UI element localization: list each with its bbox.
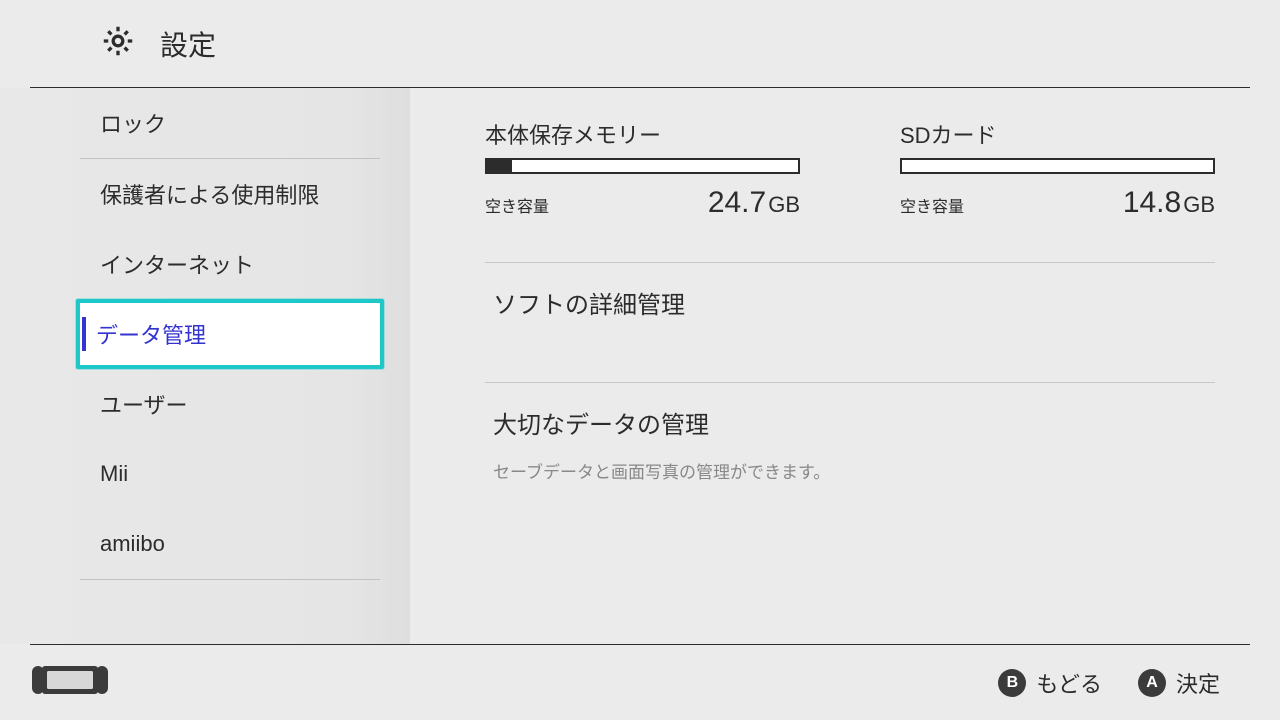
sidebar: ロック 保護者による使用制限 インターネット データ管理 ユーザー Mii am…	[0, 88, 410, 644]
storage-title: 本体保存メモリー	[485, 118, 800, 150]
storage-row: 本体保存メモリー 空き容量 24.7GB SDカード 空き容量	[485, 118, 1215, 262]
software-management-link[interactable]: ソフトの詳細管理	[485, 262, 1215, 382]
storage-title: SDカード	[900, 118, 1215, 150]
main-panel: 本体保存メモリー 空き容量 24.7GB SDカード 空き容量	[410, 88, 1280, 644]
controller-icon	[30, 663, 110, 702]
ok-button[interactable]: A 決定	[1138, 667, 1220, 699]
free-space-value: 14.8GB	[1123, 186, 1215, 220]
sidebar-item-lock[interactable]: ロック	[80, 88, 410, 158]
storage-bar	[485, 158, 800, 174]
a-button-icon: A	[1138, 669, 1166, 697]
b-button-icon: B	[998, 669, 1026, 697]
free-space-value: 24.7GB	[708, 186, 800, 220]
free-space-label: 空き容量	[485, 193, 549, 217]
section-title: ソフトの詳細管理	[493, 285, 1215, 320]
back-button-label: もどる	[1036, 667, 1102, 699]
sidebar-divider	[80, 579, 380, 580]
header: 設定	[30, 0, 1250, 88]
sidebar-item-label: ロック	[100, 107, 166, 139]
storage-system[interactable]: 本体保存メモリー 空き容量 24.7GB	[485, 118, 800, 220]
sidebar-item-internet[interactable]: インターネット	[80, 229, 410, 299]
important-data-link[interactable]: 大切なデータの管理 セーブデータと画面写真の管理ができます。	[485, 382, 1215, 503]
sidebar-item-label: データ管理	[82, 317, 206, 351]
sidebar-item-parental[interactable]: 保護者による使用制限	[80, 159, 410, 229]
gear-icon	[100, 23, 136, 64]
footer: B もどる A 決定	[30, 644, 1250, 720]
section-description: セーブデータと画面写真の管理ができます。	[493, 458, 1215, 483]
section-title: 大切なデータの管理	[493, 405, 1215, 440]
storage-sdcard[interactable]: SDカード 空き容量 14.8GB	[900, 118, 1215, 220]
sidebar-item-label: 保護者による使用制限	[100, 178, 319, 210]
sidebar-item-amiibo[interactable]: amiibo	[80, 509, 410, 579]
sidebar-item-mii[interactable]: Mii	[80, 439, 410, 509]
sidebar-item-users[interactable]: ユーザー	[80, 369, 410, 439]
free-space-label: 空き容量	[900, 193, 964, 217]
sidebar-item-label: amiibo	[100, 531, 165, 557]
storage-bar-fill	[487, 160, 512, 172]
page-title: 設定	[160, 24, 216, 64]
storage-bar	[900, 158, 1215, 174]
sidebar-item-label: Mii	[100, 461, 128, 487]
ok-button-label: 決定	[1176, 667, 1220, 699]
sidebar-item-data-management[interactable]: データ管理	[76, 299, 384, 369]
back-button[interactable]: B もどる	[998, 667, 1102, 699]
sidebar-item-label: インターネット	[100, 248, 254, 280]
sidebar-item-label: ユーザー	[100, 388, 188, 420]
